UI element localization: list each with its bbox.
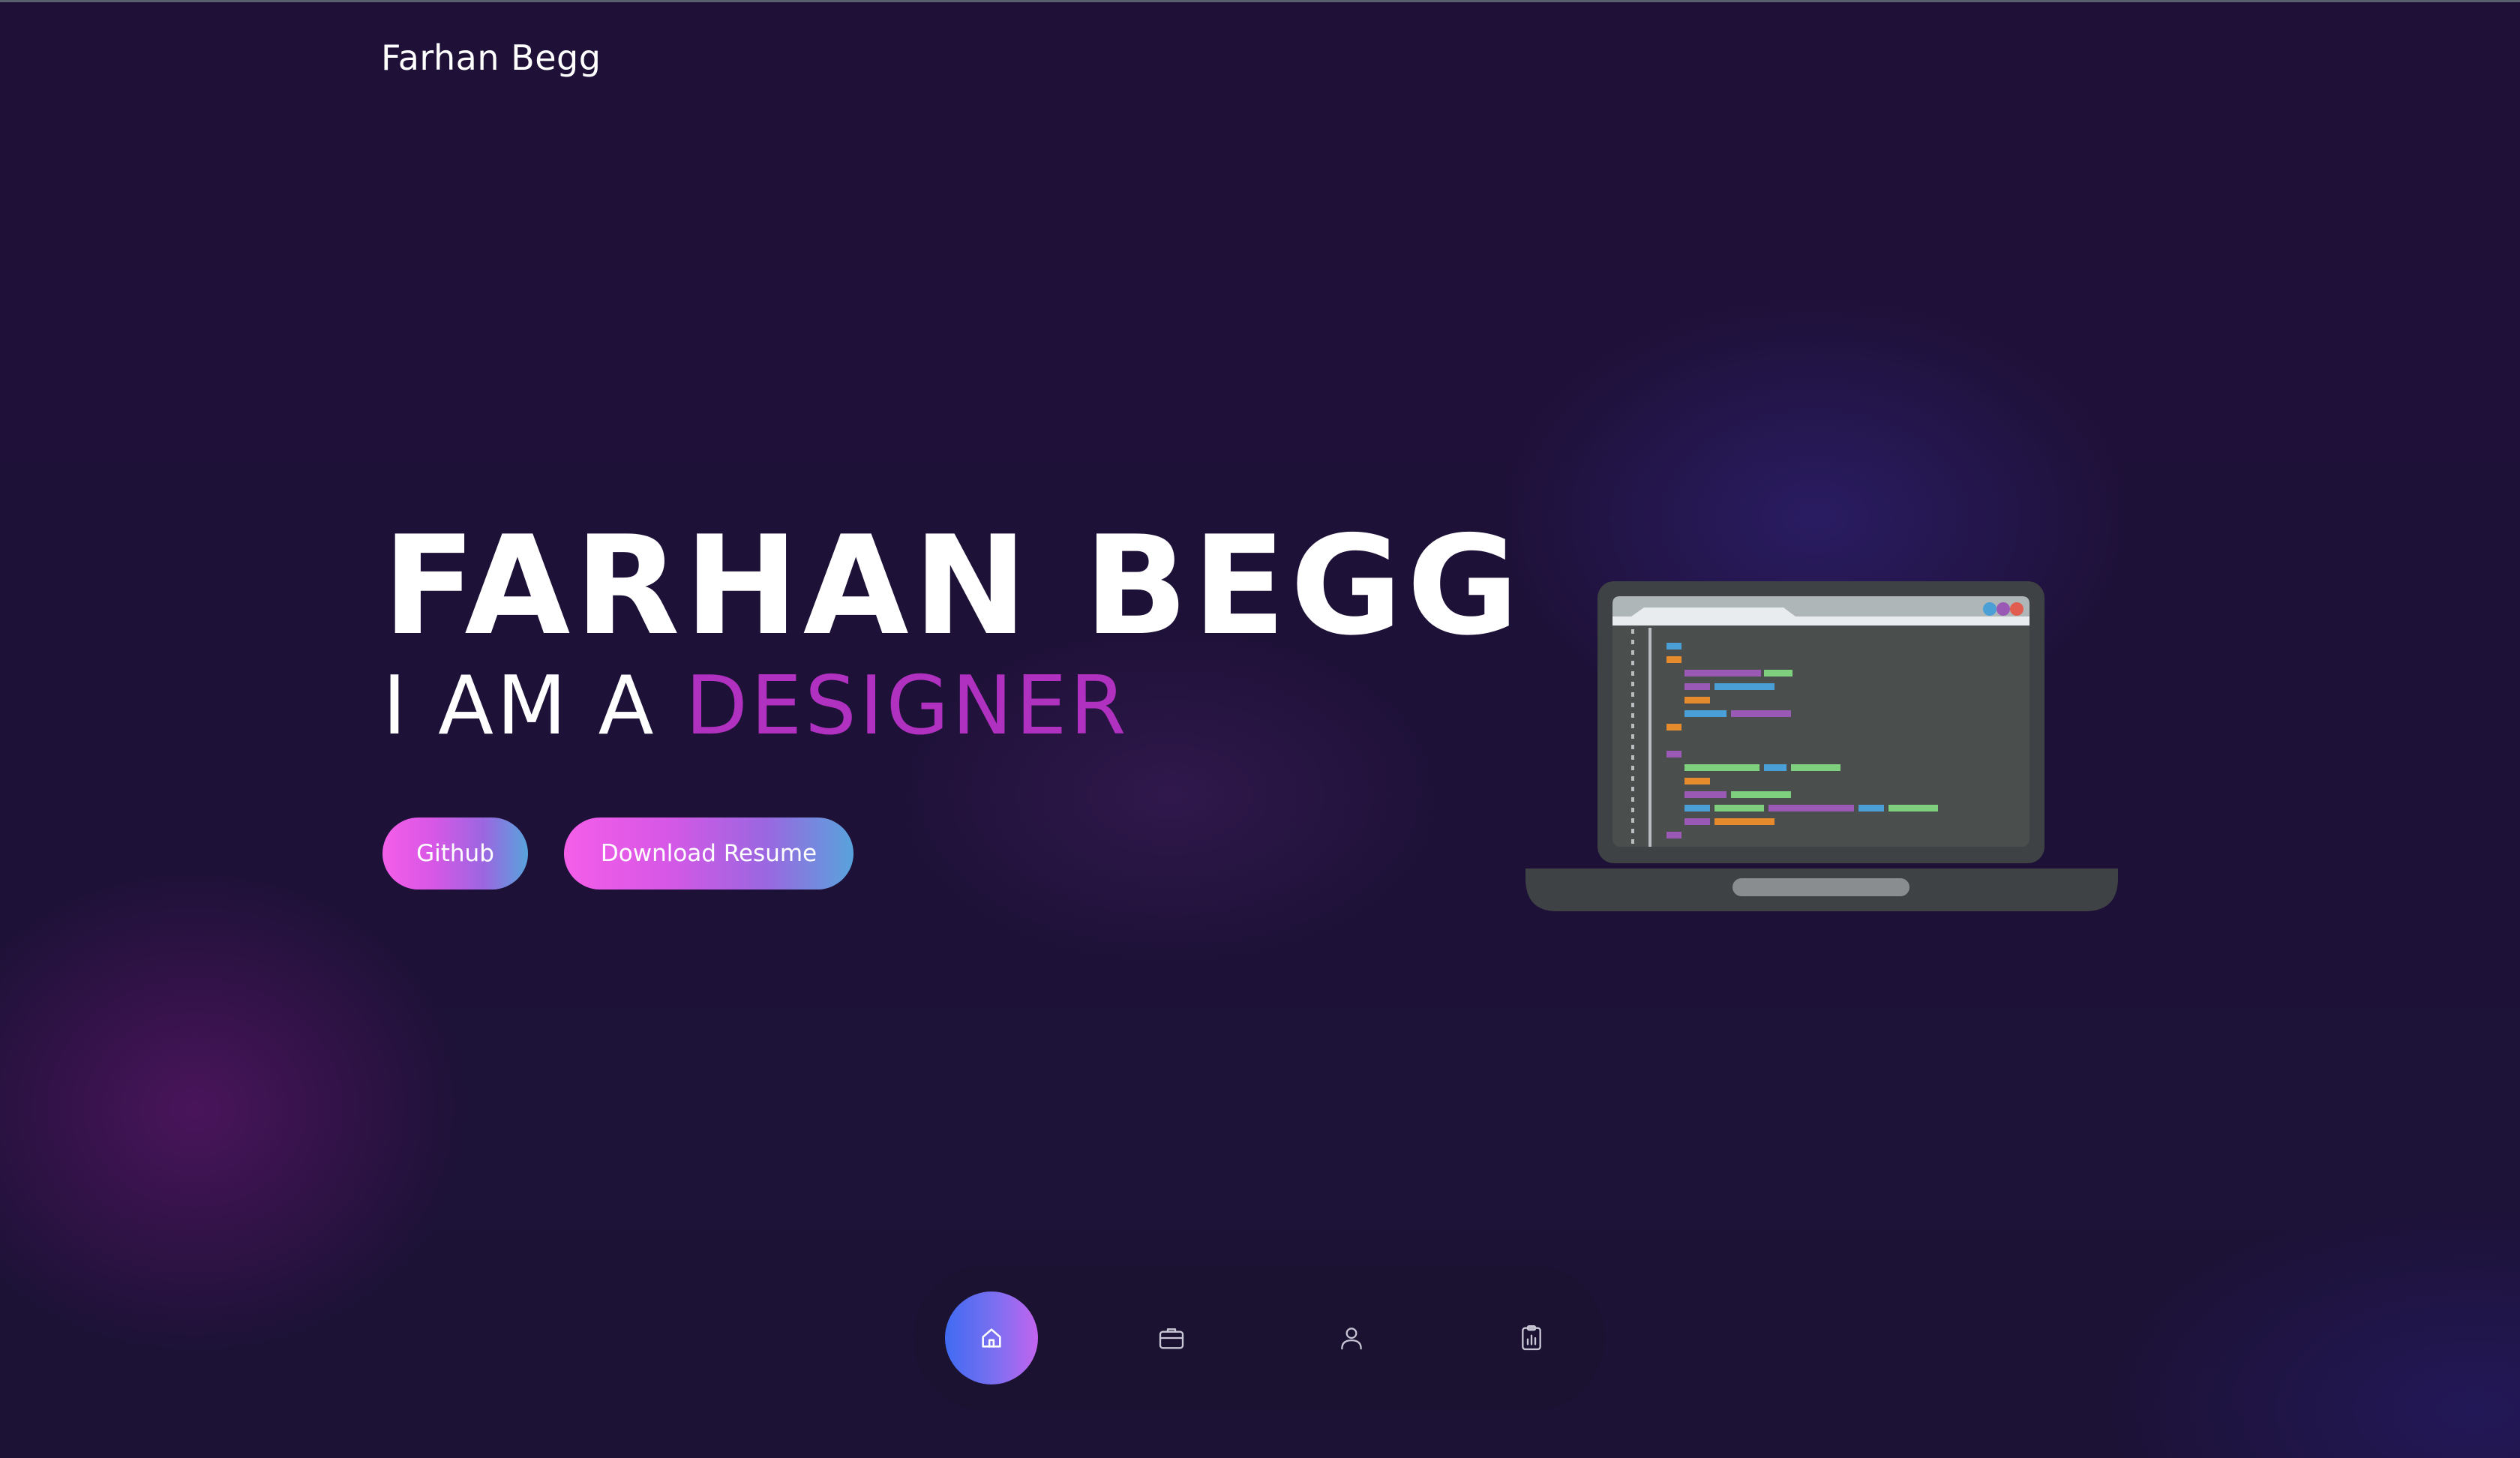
dock-home-button[interactable] xyxy=(945,1292,1038,1384)
site-logo[interactable]: Farhan Begg xyxy=(381,38,601,78)
bottom-dock-nav xyxy=(914,1265,1605,1411)
hero-role: I AM A DESIGNER xyxy=(382,666,1129,747)
laptop-illustration xyxy=(1526,581,2118,911)
dock-about-button[interactable] xyxy=(1305,1292,1398,1384)
github-button[interactable]: Github xyxy=(382,818,528,890)
top-border xyxy=(0,0,2520,2)
briefcase-icon xyxy=(1159,1328,1184,1349)
hero-role-prefix: I AM A xyxy=(382,659,686,753)
user-icon xyxy=(1341,1328,1362,1350)
clipboard-chart-icon xyxy=(1522,1325,1541,1351)
dock-resume-button[interactable] xyxy=(1485,1292,1578,1384)
hero-role-highlight: DESIGNER xyxy=(685,659,1130,753)
download-resume-button[interactable]: Download Resume xyxy=(564,818,854,890)
dock-work-button[interactable] xyxy=(1125,1292,1218,1384)
hero-name: FARHAN BEGG xyxy=(382,506,1524,665)
page-background xyxy=(0,0,2520,1458)
home-icon xyxy=(982,1328,1001,1348)
